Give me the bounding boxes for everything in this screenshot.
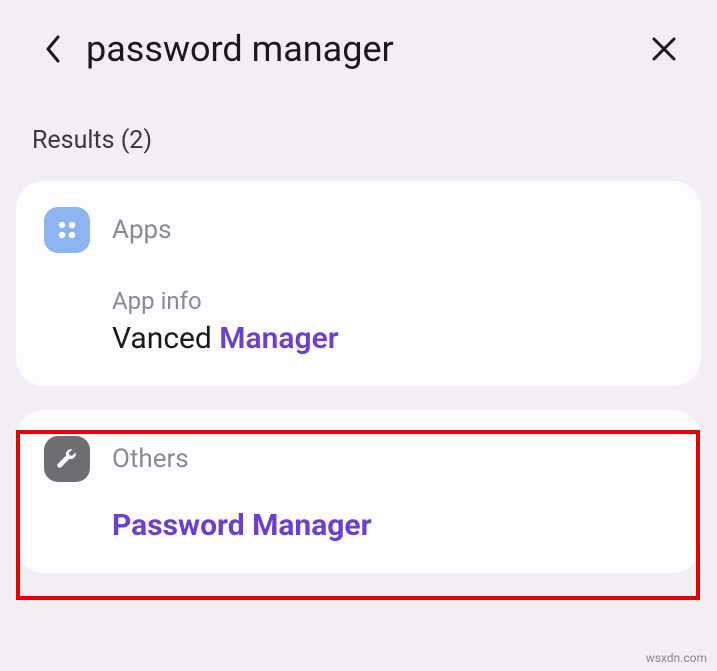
- apps-section-label: Apps: [112, 215, 172, 245]
- result-item-subtitle: App info: [112, 287, 673, 315]
- search-header: password manager: [0, 0, 717, 90]
- apps-section-header: Apps: [44, 207, 673, 253]
- result-item-password-manager[interactable]: Password Manager: [112, 508, 673, 543]
- apps-section-card: Apps App info Vanced Manager: [16, 181, 701, 386]
- back-button[interactable]: [38, 34, 68, 64]
- others-icon: [44, 436, 90, 482]
- result-item-vanced-manager[interactable]: Vanced Manager: [112, 321, 673, 356]
- others-section-label: Others: [112, 444, 189, 474]
- result-text-highlight: Manager: [219, 321, 338, 356]
- wrench-icon: [54, 446, 80, 472]
- chevron-left-icon: [44, 34, 62, 64]
- others-section-header: Others: [44, 436, 673, 482]
- watermark-text: wsxdn.com: [646, 651, 707, 665]
- result-text-plain: Vanced: [112, 321, 219, 356]
- clear-search-button[interactable]: [647, 32, 681, 66]
- search-input[interactable]: password manager: [86, 28, 647, 70]
- results-count-label: Results (2): [0, 90, 717, 173]
- close-icon: [651, 36, 677, 62]
- others-section-card: Others Password Manager: [16, 410, 701, 573]
- apps-icon: [44, 207, 90, 253]
